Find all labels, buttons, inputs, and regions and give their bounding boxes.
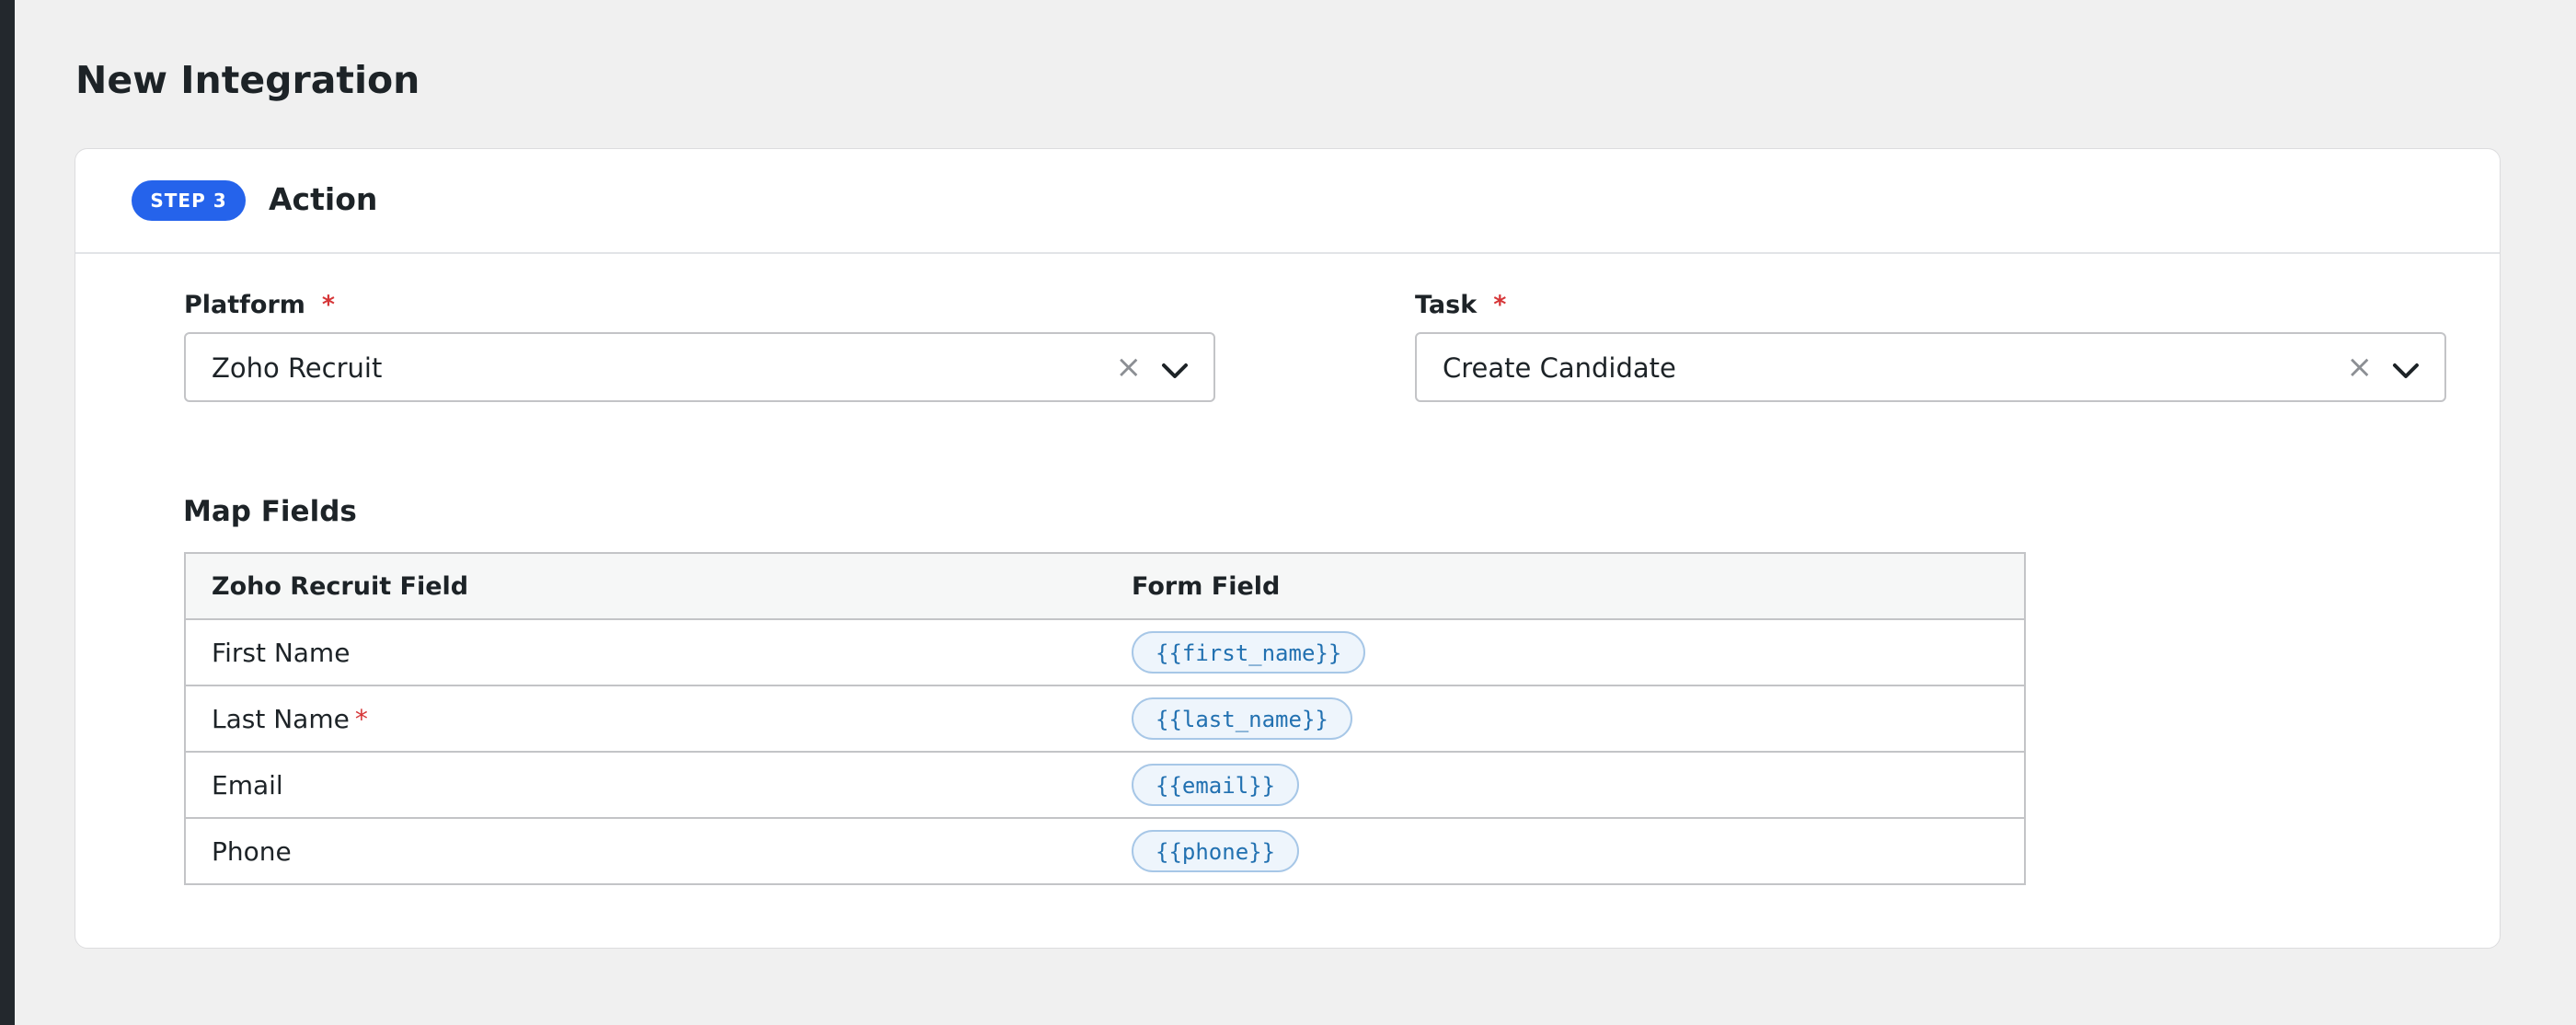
chevron-down-icon[interactable] [2389,354,2422,387]
form-field-cell: {{email}} [1106,752,2025,819]
page-title: New Integration [75,58,420,102]
task-select-value: Create Candidate [1443,352,1676,384]
column-header: Form Field [1106,553,2025,620]
integration-step-card: STEP 3 Action Platform * Zoho Recruit × T… [75,148,2501,949]
map-fields-title: Map Fields [183,495,357,528]
required-mark: * [321,291,336,319]
form-field-cell: {{phone}} [1106,818,2025,885]
table-row: Phone {{phone}} [185,818,2025,885]
field-name: Phone [212,835,292,867]
field-name-cell: Last Name * [185,685,1106,753]
field-name: Last Name [212,703,350,734]
platform-select-value: Zoho Recruit [212,352,383,384]
form-field-cell: {{last_name}} [1106,685,2025,753]
task-select[interactable]: Create Candidate × [1415,332,2446,402]
field-name-cell: Email [185,752,1106,819]
close-icon[interactable]: × [2347,347,2374,387]
form-field-token[interactable]: {{phone}} [1132,830,1300,872]
required-mark: * [354,703,368,734]
platform-select[interactable]: Zoho Recruit × [184,332,1215,402]
field-name-cell: Phone [185,818,1106,885]
form-field-token[interactable]: {{first_name}} [1132,631,1366,674]
field-name-cell: First Name [185,619,1106,686]
field-name: First Name [212,637,351,668]
step-header: STEP 3 Action [75,149,2500,254]
form-field-cell: {{first_name}} [1106,619,2025,686]
form-field-token[interactable]: {{last_name}} [1132,697,1352,740]
table-row: Email {{email}} [185,752,2025,819]
field-name: Email [212,769,283,800]
chevron-down-icon[interactable] [1158,354,1191,387]
required-mark: * [1493,291,1507,319]
admin-sidebar-edge [0,0,15,1025]
step-title: Action [269,181,378,217]
step-badge: STEP 3 [132,180,246,221]
task-label: Task * [1415,287,1506,324]
platform-label-text: Platform [184,291,305,319]
field-mapping-table: Zoho Recruit Field Form Field First Name… [184,552,2026,885]
task-label-text: Task [1415,291,1478,319]
form-field-token[interactable]: {{email}} [1132,764,1300,806]
table-row: First Name {{first_name}} [185,619,2025,686]
table-header-row: Zoho Recruit Field Form Field [185,553,2025,620]
platform-label: Platform * [184,287,335,324]
column-header: Zoho Recruit Field [185,553,1106,620]
table-row: Last Name * {{last_name}} [185,685,2025,753]
close-icon[interactable]: × [1116,347,1143,387]
